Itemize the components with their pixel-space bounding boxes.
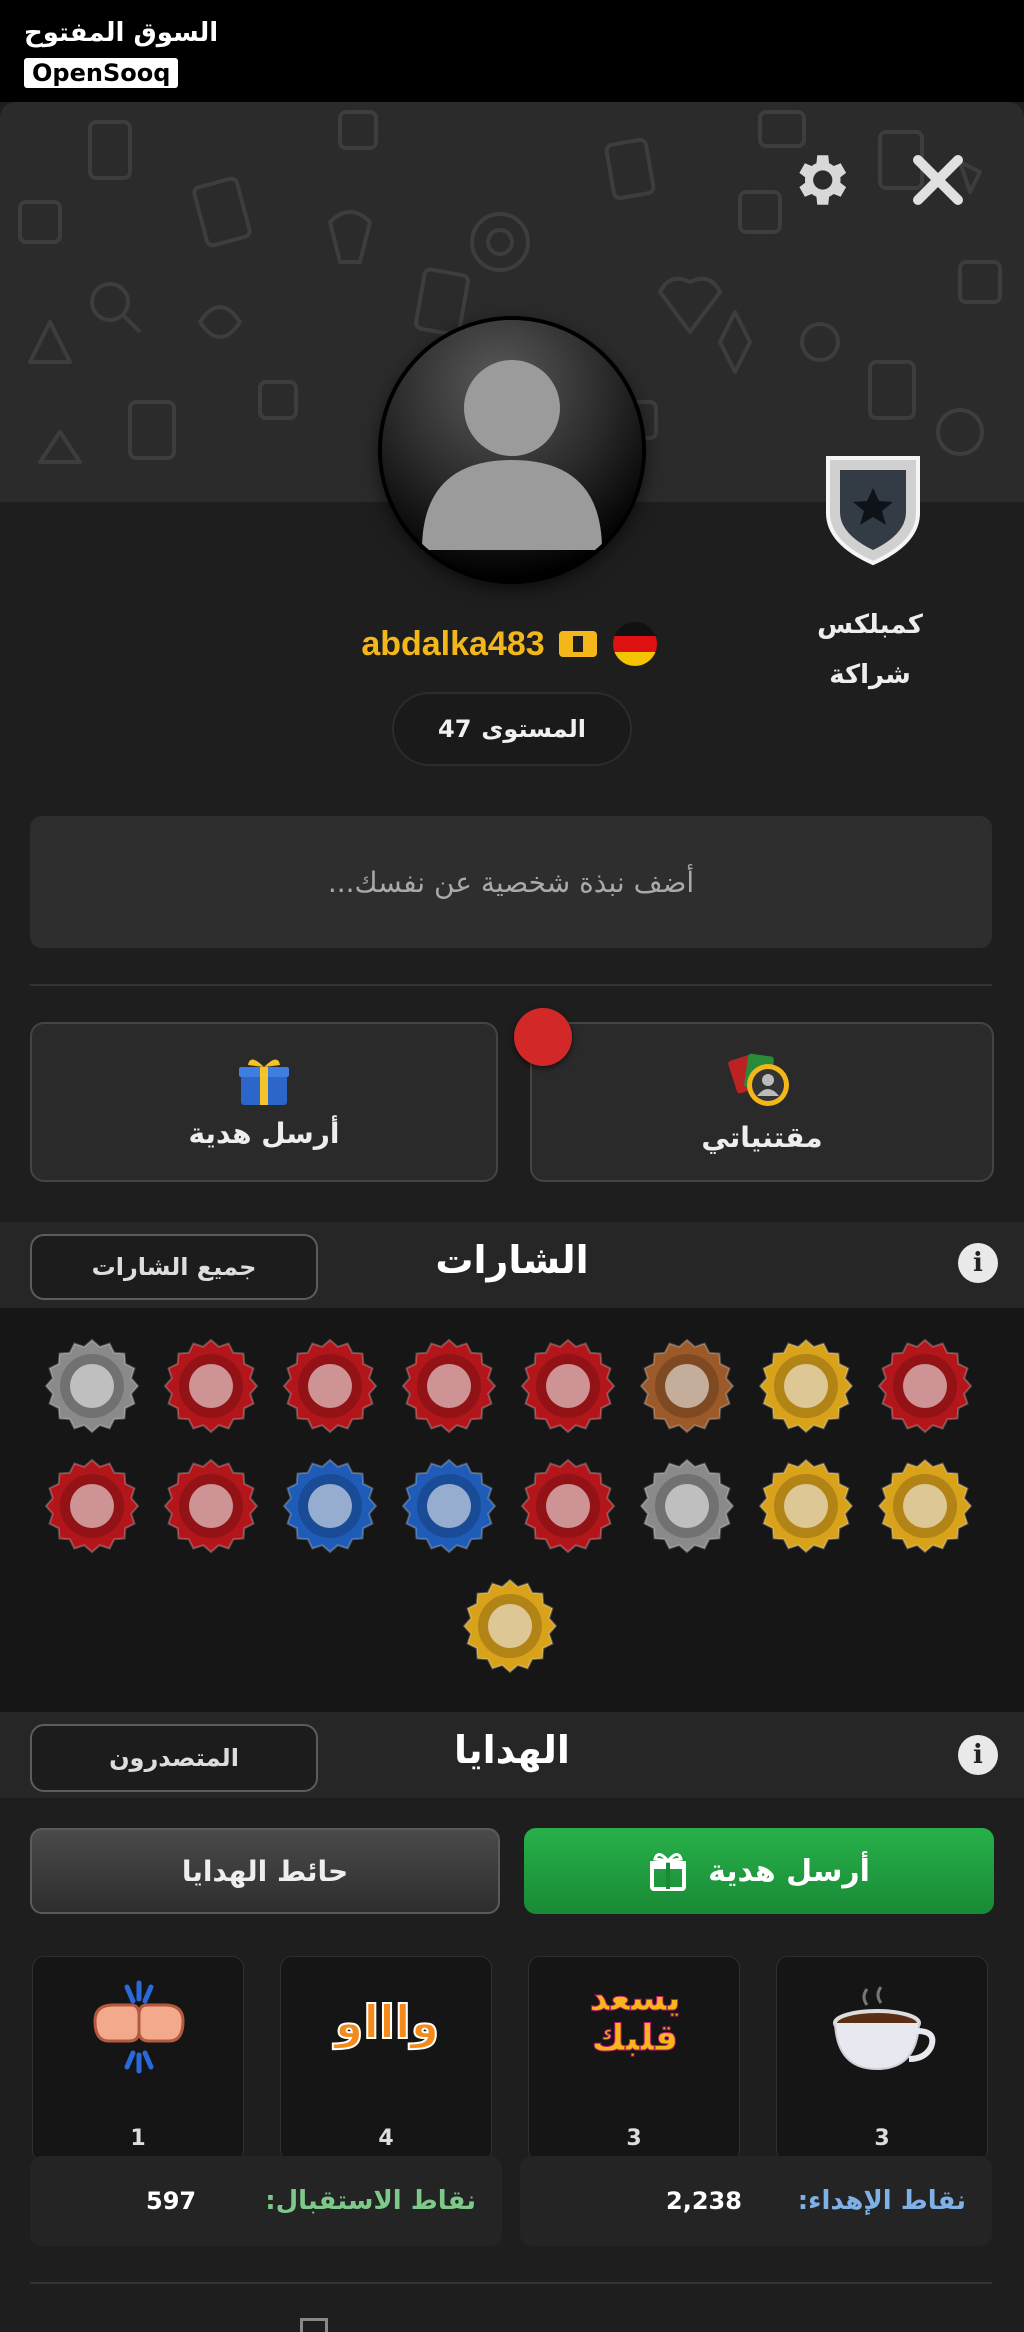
send-gift-card-button[interactable]: أرسل هدية	[30, 1022, 498, 1182]
trophy-ring-icon	[462, 1578, 558, 1674]
close-icon	[913, 155, 963, 205]
default-avatar-icon	[422, 360, 602, 550]
receive-points-label: نقاط الاستقبال:	[265, 2186, 476, 2216]
badge-item[interactable]	[462, 1578, 558, 1674]
ace-spade-icon	[44, 1338, 140, 1434]
trophy-icon	[758, 1338, 854, 1434]
badge-item[interactable]	[877, 1338, 973, 1434]
gift-wall-label: حائط الهدايا	[181, 1854, 349, 1888]
divider	[30, 2282, 992, 2284]
crossed-swords-icon	[877, 1338, 973, 1434]
coffee-cup-icon	[833, 1986, 936, 2071]
badge-item[interactable]	[44, 1338, 140, 1434]
inventory-card-label: مقتنياتي	[701, 1120, 823, 1154]
badge-item[interactable]	[520, 1338, 616, 1434]
gift-icon	[650, 1853, 687, 1891]
card-icon	[520, 1338, 616, 1434]
badge-item[interactable]	[520, 1458, 616, 1554]
gift-item-coffee[interactable]: 3	[776, 1956, 988, 2162]
username-row: abdalka483	[340, 616, 680, 672]
close-button[interactable]	[898, 140, 978, 220]
info-icon[interactable]: i	[958, 1735, 998, 1775]
badge-item[interactable]	[282, 1458, 378, 1554]
rank-title: كمبلكس شراكة	[770, 600, 970, 700]
inventory-icon	[728, 1053, 789, 1106]
waaw-sticker-icon: واااو	[334, 1994, 441, 2050]
info-icon[interactable]: i	[958, 1243, 998, 1283]
spade-card-icon	[44, 1458, 140, 1554]
gift-item-fist-bump[interactable]: 1	[32, 1956, 244, 2162]
badge-item[interactable]	[639, 1338, 735, 1434]
level-value: 47	[438, 715, 472, 743]
person-arms-up-icon	[282, 1458, 378, 1554]
gift-box-icon	[239, 1058, 289, 1105]
rank-title-line2: شراكة	[829, 660, 911, 690]
gift-points-box: نقاط الإهداء: 2,238	[520, 2156, 992, 2246]
leaders-button[interactable]: المتصدرون	[30, 1724, 318, 1792]
running-man-icon	[163, 1458, 259, 1554]
all-badges-button[interactable]: جميع الشارات	[30, 1234, 318, 1300]
opensooq-arabic-logo: السوق المفتوح	[24, 18, 219, 48]
username: abdalka483	[361, 624, 545, 663]
badge-item[interactable]	[163, 1338, 259, 1434]
badges-grid	[0, 1308, 1024, 1712]
badge-item[interactable]	[877, 1458, 973, 1554]
inventory-card-button[interactable]: مقتنياتي	[530, 1022, 994, 1182]
opensooq-logo: OpenSooq	[24, 58, 179, 88]
rocket-icon	[639, 1338, 735, 1434]
rank-badge[interactable]	[818, 448, 928, 568]
settings-button[interactable]	[780, 140, 860, 220]
badge-item[interactable]	[758, 1338, 854, 1434]
fez-hat-icon	[639, 1458, 735, 1554]
bio-field[interactable]: أضف نبذة شخصية عن نفسك...	[30, 816, 992, 948]
badge-item[interactable]	[282, 1338, 378, 1434]
leaders-label: المتصدرون	[109, 1744, 239, 1772]
king-card-icon	[163, 1338, 259, 1434]
send-gift-card-label: أرسل هدية	[188, 1116, 340, 1150]
all-badges-label: جميع الشارات	[91, 1253, 257, 1281]
badge-item[interactable]	[44, 1458, 140, 1554]
facebook-icon	[401, 1458, 497, 1554]
badge-item[interactable]	[639, 1458, 735, 1554]
bio-placeholder: أضف نبذة شخصية عن نفسك...	[327, 865, 695, 899]
badge-item[interactable]	[401, 1458, 497, 1554]
level-pill: المستوى 47	[392, 692, 632, 766]
gift-points-value: 2,238	[666, 2187, 742, 2215]
send-gift-label: أرسل هدية	[708, 1853, 870, 1889]
badge-item[interactable]	[758, 1458, 854, 1554]
divider	[30, 984, 992, 986]
germany-flag-icon	[612, 622, 657, 666]
yasad-albak-sticker-icon: يسعد قلبك	[589, 1978, 681, 2059]
badges-title: الشارات	[435, 1238, 589, 1282]
group-icon	[758, 1458, 854, 1554]
receive-points-value: 597	[146, 2187, 197, 2215]
notification-dot	[514, 1008, 572, 1066]
partial-icon	[300, 2318, 328, 2332]
receive-points-box: نقاط الاستقبال: 597	[30, 2156, 502, 2246]
fist-bump-icon	[93, 1980, 185, 2074]
rank-title-line1: كمبلكس	[817, 610, 923, 640]
gift-count: 3	[874, 2126, 890, 2151]
avatar[interactable]	[382, 320, 642, 580]
gift-count: 1	[130, 2126, 146, 2151]
level-label: المستوى	[481, 715, 586, 743]
shield-star-icon	[826, 456, 920, 566]
gear-icon	[799, 155, 847, 205]
king-card-icon	[401, 1338, 497, 1434]
queen-card-icon	[282, 1338, 378, 1434]
gift-count: 3	[626, 2126, 642, 2151]
badge-item[interactable]	[163, 1458, 259, 1554]
gift-item-waaw[interactable]: واااو 4	[280, 1956, 492, 2162]
send-gift-button[interactable]: أرسل هدية	[524, 1828, 994, 1914]
gift-points-label: نقاط الإهداء:	[797, 2186, 966, 2216]
gift-item-yasad-albak[interactable]: يسعد قلبك 3	[528, 1956, 740, 2162]
profile-icon	[520, 1458, 616, 1554]
badge-item[interactable]	[401, 1338, 497, 1434]
gift-wall-button[interactable]: حائط الهدايا	[30, 1828, 500, 1914]
vip-tag-icon	[558, 631, 597, 657]
coffee-cup-icon	[877, 1458, 973, 1554]
gift-count: 4	[378, 2126, 394, 2151]
gifts-title: الهدايا	[454, 1728, 570, 1772]
